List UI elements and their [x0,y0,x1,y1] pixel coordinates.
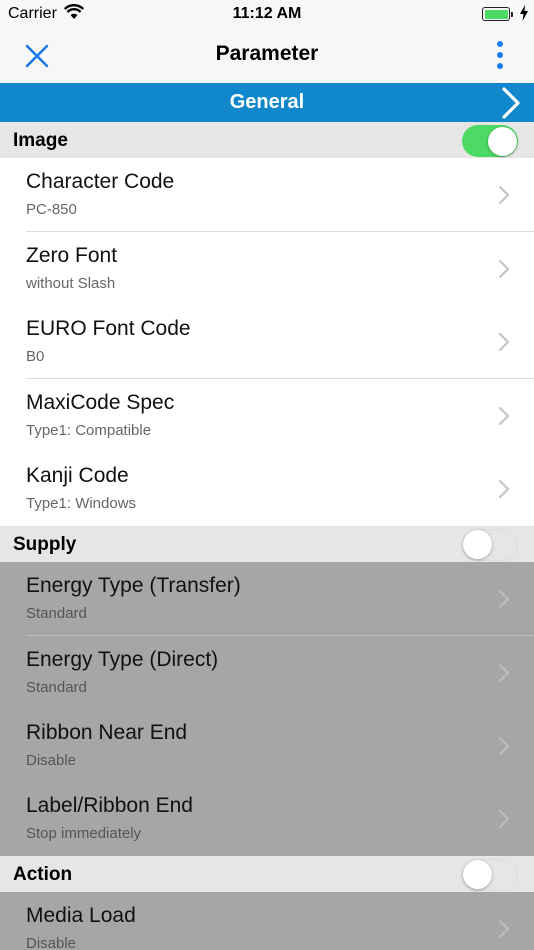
row-value: PC-850 [26,201,77,218]
row-value: Type1: Windows [26,495,137,512]
supply-toggle[interactable] [462,529,518,561]
page-title: Parameter [215,42,319,65]
row-title: Ribbon Near End [26,721,188,744]
group-header-image: Image [0,122,534,158]
navigation-bar: Parameter [0,28,534,83]
list-item-label-ribbon-end: Label/Ribbon End Stop immediately [0,782,534,856]
list-item-kanji-code[interactable]: Kanji Code Type1: Windows [0,452,534,526]
row-value: B0 [26,348,45,365]
list-item-maxicode-spec[interactable]: MaxiCode Spec Type1: Compatible [0,379,534,453]
chevron-right-icon [498,736,510,756]
list-item-character-code[interactable]: Character Code PC-850 [0,158,534,232]
section-banner-general[interactable]: General [0,83,534,122]
list-item-ribbon-near-end: Ribbon Near End Disable [0,709,534,783]
row-title: Kanji Code [26,464,129,487]
row-value: Standard [26,679,87,696]
list-item-media-load: Media Load Disable [0,892,534,950]
group-header-supply: Supply [0,526,534,562]
group-label: Action [13,864,73,885]
list-item-zero-font[interactable]: Zero Font without Slash [0,232,534,306]
row-value: Standard [26,605,87,622]
row-title: MaxiCode Spec [26,391,175,414]
group-label: Supply [13,534,77,555]
list-item-euro-font-code[interactable]: EURO Font Code B0 [0,305,534,379]
battery-icon [482,7,513,21]
row-title: Label/Ribbon End [26,794,193,817]
chevron-right-icon [498,919,510,939]
chevron-right-icon [498,332,510,352]
row-value: Type1: Compatible [26,422,152,439]
status-bar: Carrier 11:12 AM [0,0,534,28]
row-title: Energy Type (Direct) [26,648,219,671]
list-item-energy-type-transfer: Energy Type (Transfer) Standard [0,562,534,636]
row-value: Disable [26,935,77,950]
chevron-right-icon [498,663,510,683]
image-toggle[interactable] [462,125,518,157]
chevron-right-icon [498,406,510,426]
action-toggle[interactable] [462,859,518,891]
row-value: Stop immediately [26,825,142,842]
chevron-right-icon [498,479,510,499]
list-item-energy-type-direct: Energy Type (Direct) Standard [0,636,534,710]
row-title: Character Code [26,170,175,193]
row-title: Energy Type (Transfer) [26,574,241,597]
row-value: Disable [26,752,77,769]
row-value: without Slash [26,275,116,292]
more-vertical-icon[interactable] [494,40,506,70]
chevron-right-icon[interactable] [500,86,522,120]
charging-bolt-icon [520,5,528,21]
chevron-right-icon [498,809,510,829]
chevron-right-icon [498,185,510,205]
banner-label: General [229,91,305,113]
row-title: Media Load [26,904,136,927]
chevron-right-icon [498,589,510,609]
row-title: Zero Font [26,244,118,267]
row-title: EURO Font Code [26,317,191,340]
status-time: 11:12 AM [232,5,302,22]
group-label: Image [13,130,68,151]
group-header-action: Action [0,856,534,892]
chevron-right-icon [498,259,510,279]
